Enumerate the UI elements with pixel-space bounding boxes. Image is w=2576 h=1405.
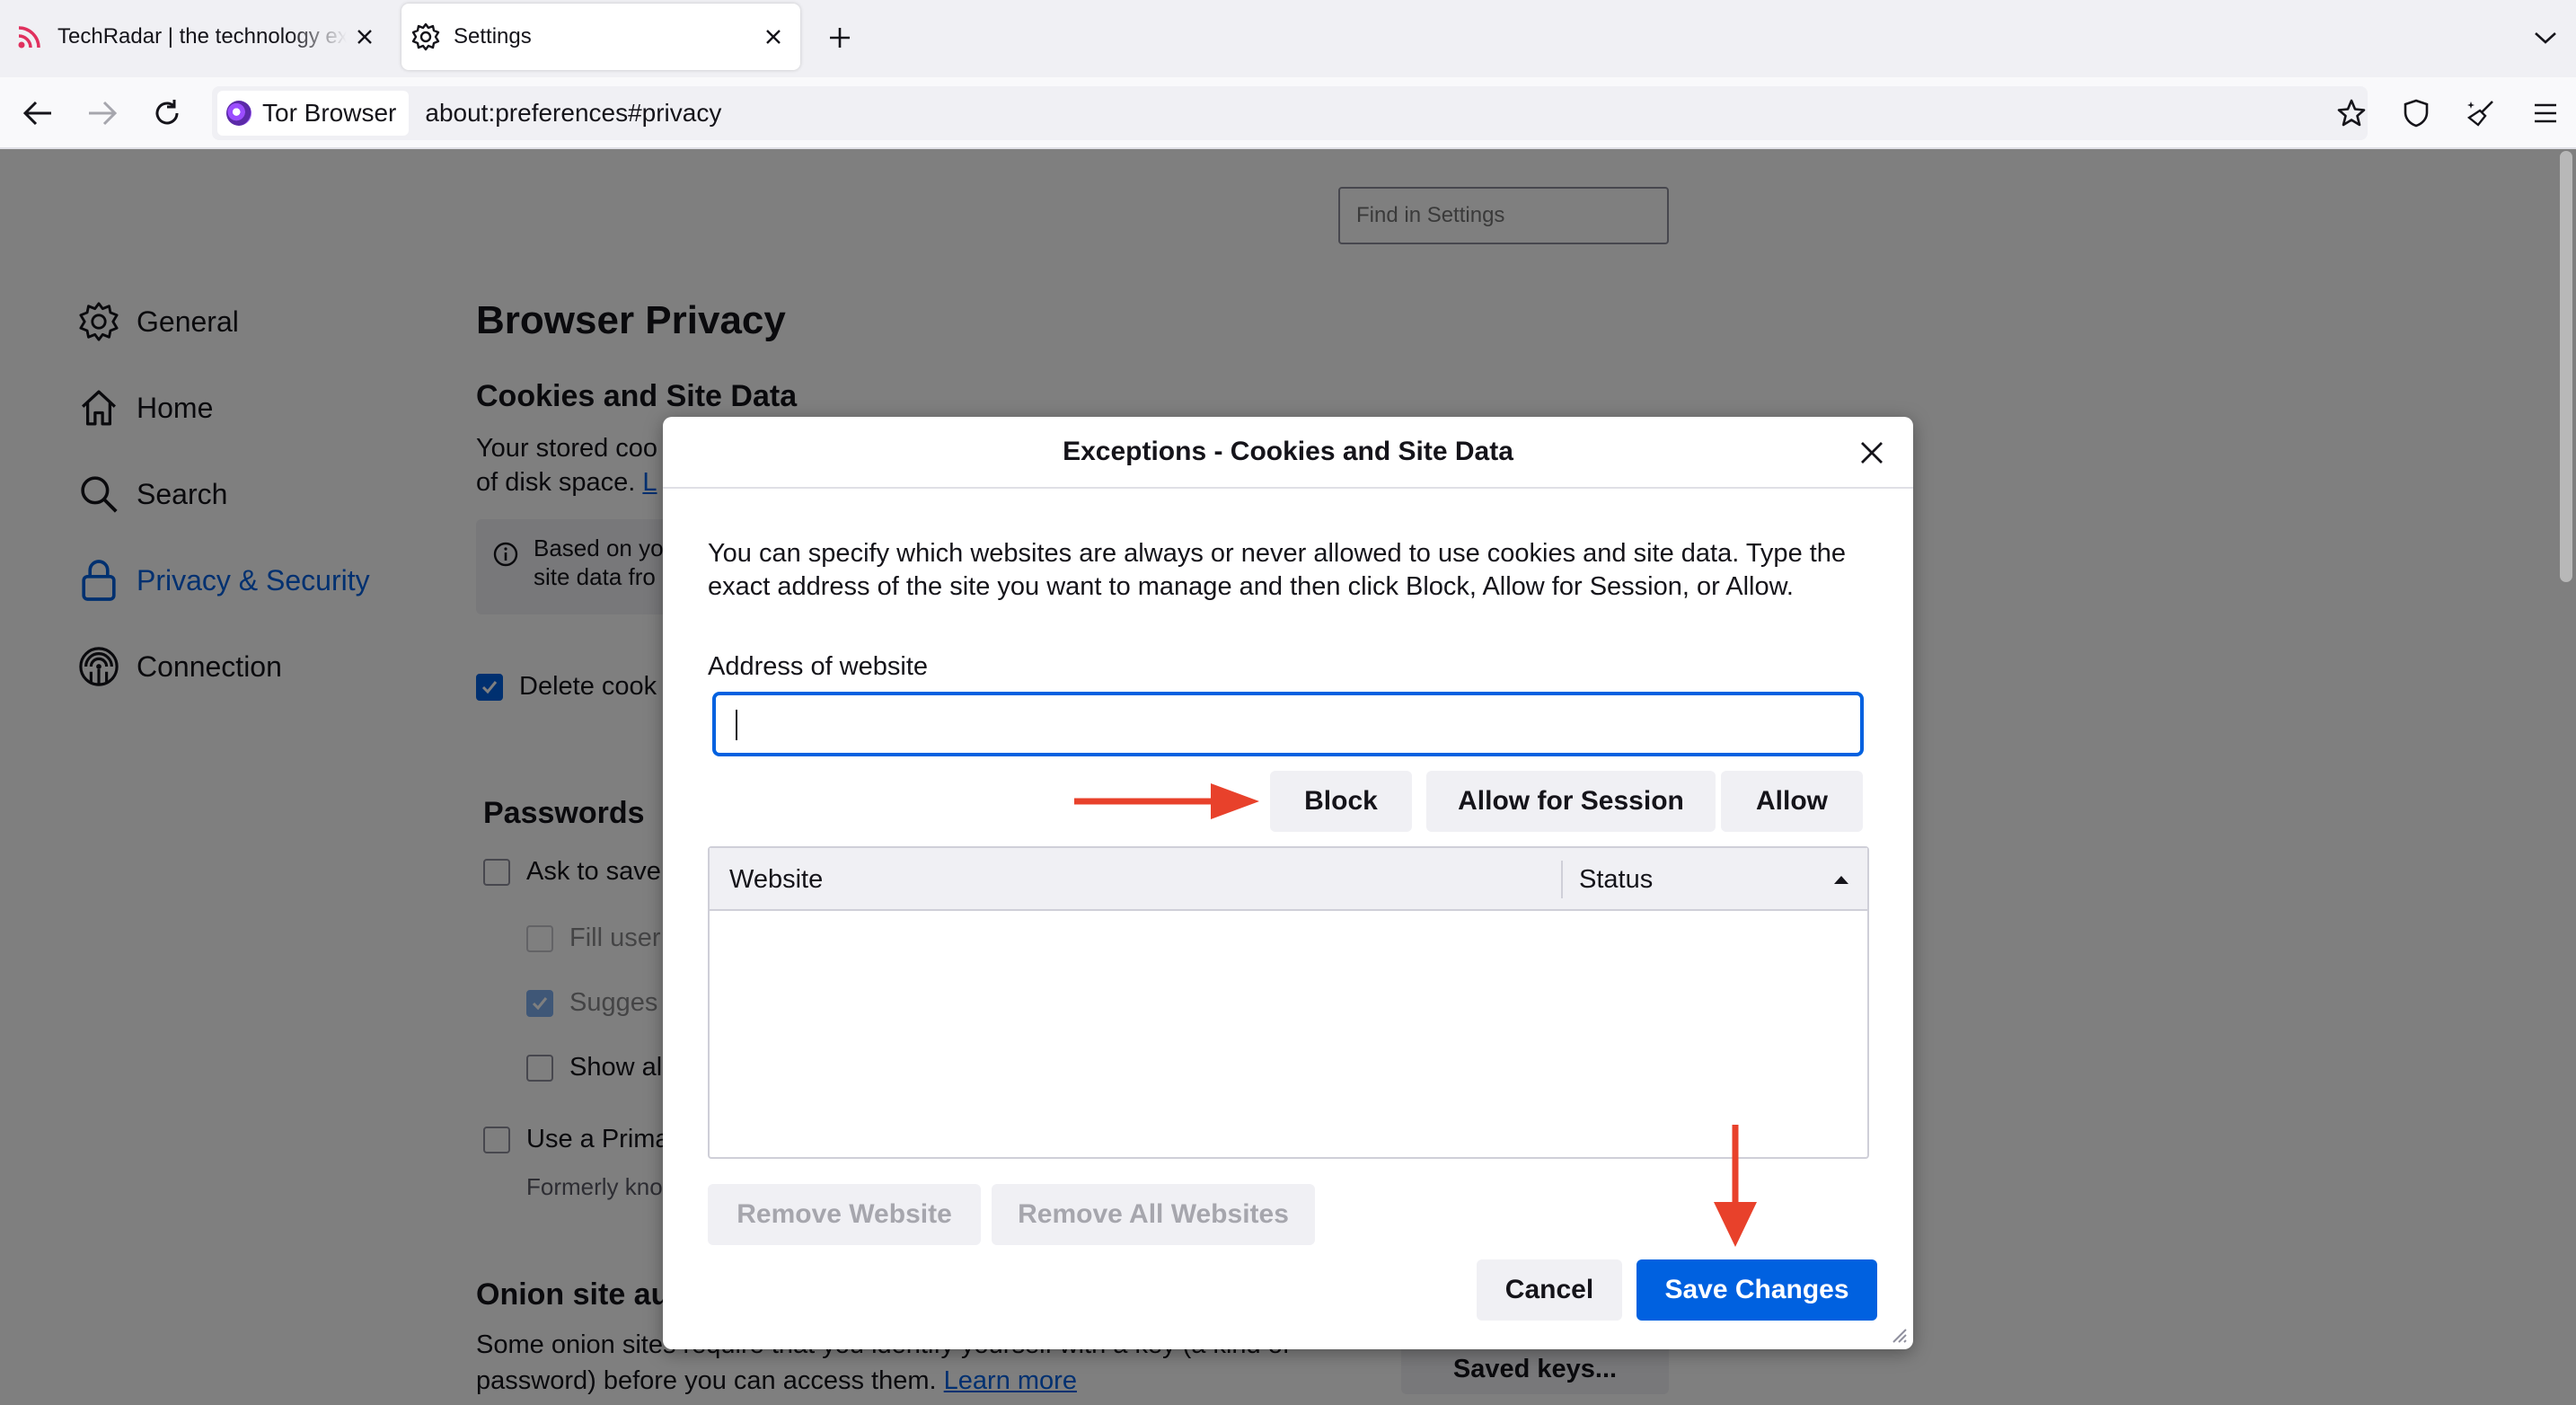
tab-settings[interactable]: Settings (401, 4, 800, 70)
reload-button[interactable] (146, 92, 189, 135)
text-cursor (736, 710, 737, 740)
tab-title: Settings (454, 24, 532, 49)
page-scrollbar[interactable] (2560, 151, 2572, 582)
new-tab-button[interactable] (820, 18, 860, 57)
exceptions-table[interactable]: Website Status (708, 846, 1869, 1159)
block-button[interactable]: Block (1270, 771, 1412, 832)
back-button[interactable] (16, 92, 59, 135)
dialog-title: Exceptions - Cookies and Site Data (663, 417, 1913, 489)
column-header-website[interactable]: Website (729, 848, 823, 911)
url-text[interactable]: about:preferences#privacy (425, 99, 721, 128)
resize-grip-icon[interactable] (1888, 1324, 1908, 1344)
tab-title: TechRadar | the technology experts (57, 24, 347, 49)
shield-icon[interactable] (2395, 92, 2438, 135)
sort-ascending-icon (1834, 876, 1848, 884)
reload-icon (155, 100, 179, 125)
save-changes-button[interactable]: Save Changes (1636, 1259, 1877, 1321)
new-identity-broom-icon[interactable] (2459, 92, 2502, 135)
identity-label: Tor Browser (262, 99, 397, 127)
rss-icon (14, 22, 45, 52)
close-icon (1861, 442, 1883, 464)
close-dialog-button[interactable] (1854, 435, 1890, 471)
arrow-left-icon (22, 101, 51, 126)
column-divider[interactable] (1561, 861, 1563, 898)
annotation-arrow-block (1074, 783, 1259, 819)
gear-icon (410, 22, 441, 52)
address-label: Address of website (708, 652, 929, 681)
chevron-down-icon (2535, 32, 2556, 44)
remove-all-websites-button[interactable]: Remove All Websites (992, 1184, 1315, 1245)
forward-button[interactable] (81, 92, 124, 135)
allow-for-session-button[interactable]: Allow for Session (1426, 771, 1716, 832)
allow-button[interactable]: Allow (1721, 771, 1863, 832)
bookmark-star-icon[interactable] (2330, 92, 2373, 135)
url-bar[interactable]: Tor Browser about:preferences#privacy (212, 86, 2368, 140)
website-address-input[interactable] (712, 692, 1864, 756)
identity-box[interactable]: Tor Browser (217, 91, 410, 136)
close-icon[interactable] (347, 19, 383, 55)
navigation-toolbar: Tor Browser about:preferences#privacy (0, 77, 2576, 149)
arrow-right-icon (89, 101, 118, 126)
list-all-tabs-button[interactable] (2526, 18, 2565, 57)
column-header-status[interactable]: Status (1579, 848, 1653, 911)
hamburger-menu-icon[interactable] (2524, 92, 2567, 135)
tab-techradar[interactable]: TechRadar | the technology experts (5, 4, 392, 70)
annotation-arrow-save (1714, 1125, 1757, 1247)
cancel-button[interactable]: Cancel (1477, 1259, 1622, 1321)
tab-strip: TechRadar | the technology experts Setti… (0, 0, 2576, 77)
plus-icon (830, 28, 850, 48)
close-icon[interactable] (755, 19, 791, 55)
tor-onion-icon (226, 101, 251, 126)
remove-website-button[interactable]: Remove Website (708, 1184, 981, 1245)
dialog-description: You can specify which websites are alway… (708, 539, 1847, 601)
table-header: Website Status (710, 848, 1867, 911)
